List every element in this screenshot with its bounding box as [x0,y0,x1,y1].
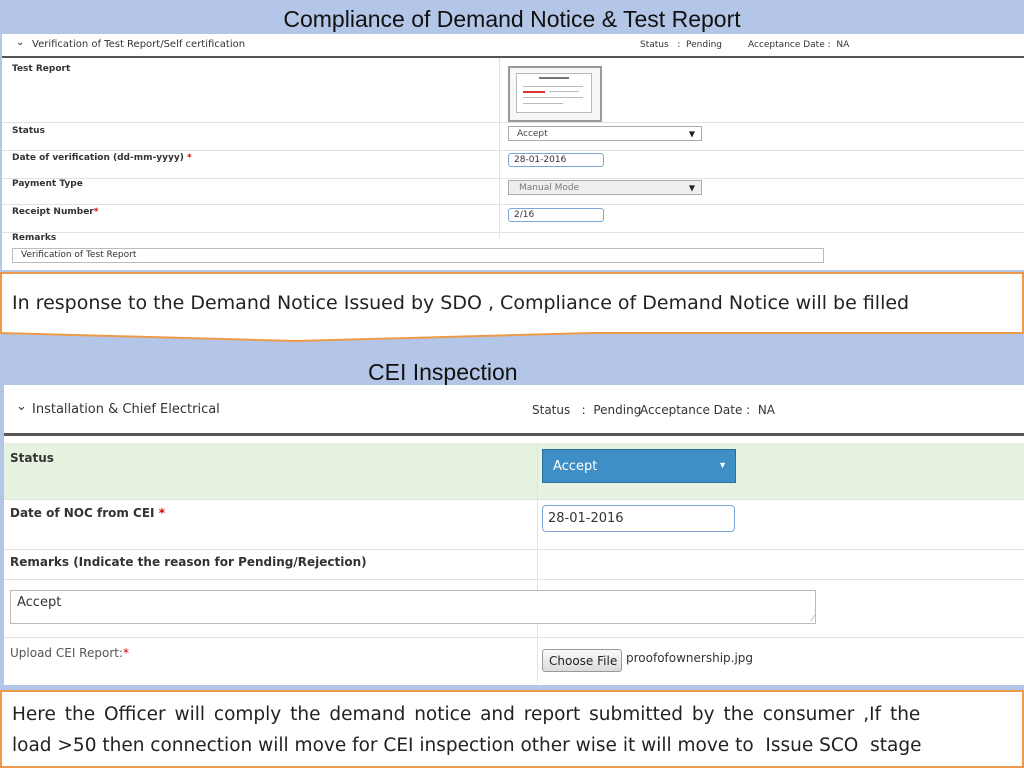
remarks-label: Remarks [12,233,57,243]
status-label: Status [12,126,45,136]
slide-title-top: Compliance of Demand Notice & Test Repor… [283,6,741,32]
section-header-label: Verification of Test Report/Self certifi… [32,39,246,50]
callout-officer-compliance: Here the Officer will comply the demand … [0,690,1024,768]
payment-type-label: Payment Type [12,179,83,189]
date-of-verification-input[interactable]: 28-01-2016 [508,153,604,167]
cei-form-panel: ⌄ Installation & Chief Electrical Status… [4,385,1024,685]
receipt-number-label: Receipt Number* [12,207,99,217]
selected-file-name: proofofownership.jpg [626,651,754,665]
callout-pointer [0,332,592,340]
caret-down-icon: ▼ [688,129,695,138]
cei-status-label: Status [10,451,54,465]
chevron-down-icon: ⌄ [16,399,27,414]
section-header[interactable]: ⌄ Verification of Test Report/Self certi… [2,34,1024,58]
caret-down-icon: ▼ [688,183,695,192]
acceptance-date-text: Acceptance Date : NA [748,40,850,50]
status-text: Status : Pending [640,40,722,50]
noc-date-label: Date of NOC from CEI * [10,506,165,520]
chevron-down-icon: ⌄ [16,37,25,48]
test-report-form-panel: ⌄ Verification of Test Report/Self certi… [2,34,1024,270]
status-select[interactable]: Accept ▼ [508,126,702,141]
slide-title-bottom: CEI Inspection [368,359,518,385]
cei-remarks-label: Remarks (Indicate the reason for Pending… [10,555,367,569]
callout-demand-notice: In response to the Demand Notice Issued … [0,272,1024,334]
cei-status-select[interactable]: Accept ▼ [542,449,736,483]
receipt-number-input[interactable]: 2/16 [508,208,604,222]
test-report-label: Test Report [12,64,71,74]
cei-acceptance-date-text: Acceptance Date : NA [640,403,776,417]
remarks-input[interactable]: Verification of Test Report [12,248,824,263]
test-report-thumbnail[interactable] [508,66,602,122]
cei-status-value: Accept [553,459,598,474]
cei-section-header-label: Installation & Chief Electrical [32,402,220,417]
resize-handle-icon[interactable]: ∕ [812,613,814,623]
payment-type-value: Manual Mode [519,183,580,193]
noc-date-input[interactable]: 28-01-2016 [542,505,735,532]
choose-file-button[interactable]: Choose File [542,649,622,672]
cei-status-text: Status : Pending [532,403,642,417]
caret-down-icon: ▼ [718,460,727,470]
status-select-value: Accept [517,129,548,139]
payment-type-select[interactable]: Manual Mode ▼ [508,180,702,195]
upload-cei-label: Upload CEI Report:* [10,646,129,660]
cei-section-header[interactable]: ⌄ Installation & Chief Electrical Status… [4,385,1024,436]
date-of-verification-label: Date of verification (dd-mm-yyyy) * [12,153,192,163]
status-row [4,443,1024,499]
cei-remarks-textarea[interactable]: Accept ∕ [10,590,816,624]
